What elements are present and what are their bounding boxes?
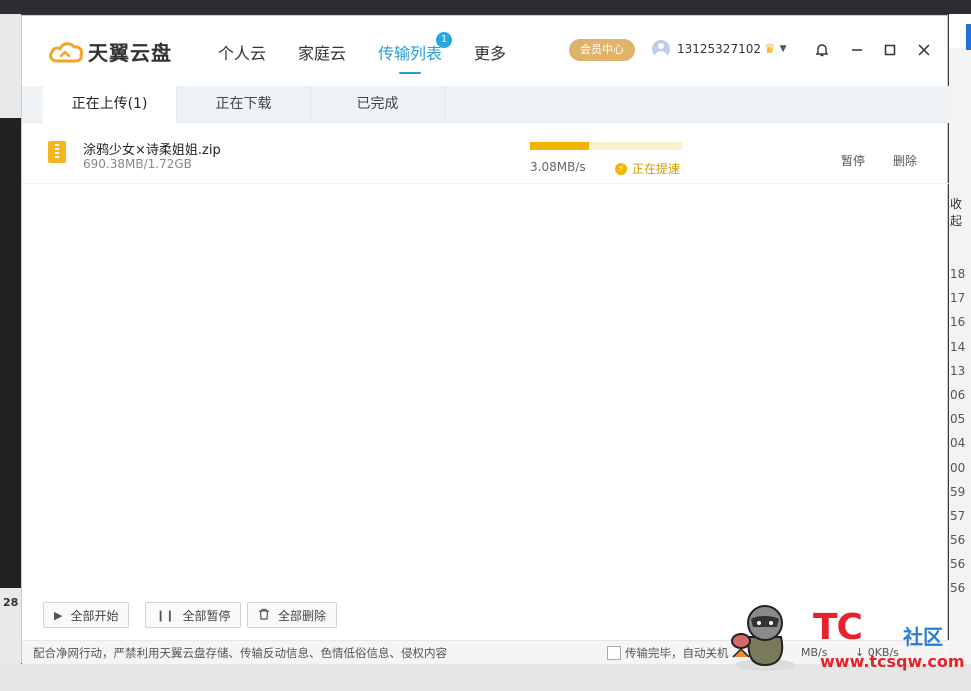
nav-item-transfer-list[interactable]: 传输列表 1: [378, 32, 453, 74]
background-time-item: 06: [950, 387, 966, 402]
tab-completed[interactable]: 已完成: [311, 86, 445, 122]
tab-uploading[interactable]: 正在上传(1): [43, 86, 177, 123]
nav-label: 家庭云: [298, 44, 347, 63]
background-time-item: 13: [950, 363, 966, 378]
app-name: 天翼云盘: [88, 41, 172, 65]
watermark-sub: 社区: [903, 625, 943, 649]
pause-icon: ❙❙: [156, 608, 175, 622]
background-right-button: [966, 24, 971, 50]
close-button[interactable]: [913, 39, 935, 61]
delete-all-button[interactable]: 全部删除: [247, 602, 338, 628]
transfer-count-badge: 1: [436, 32, 453, 48]
title-bar: 天翼云盘 个人云 家庭云 传输列表 1 更多 会员中心 13125327102 …: [22, 16, 949, 86]
file-size: 690.38MB/1.72GB: [83, 157, 192, 171]
app-logo: 天翼云盘: [48, 37, 172, 66]
maximize-button[interactable]: [879, 39, 901, 61]
start-all-label: 全部开始: [70, 608, 119, 623]
background-left-image: [0, 118, 21, 588]
upload-progress-fill: [530, 142, 590, 150]
nav-label: 传输列表: [378, 44, 443, 63]
watermark-brand: TC: [813, 607, 863, 648]
policy-notice: 配合净网行动，严禁利用天翼云盘存储、传输反动信息、色情低俗信息、侵权内容: [33, 646, 447, 660]
file-name: 涂鸦少女×诗柔姐姐.zip: [83, 143, 221, 158]
tab-downloading[interactable]: 正在下载: [177, 86, 311, 122]
site-watermark: TC 社区 www.tcsqw.com: [727, 597, 967, 677]
pause-all-label: 全部暂停: [182, 608, 231, 623]
background-time-item: 04: [950, 436, 966, 451]
chevron-down-icon: ▼: [779, 44, 787, 54]
cloud-logo-icon: [49, 41, 83, 62]
username: 13125327102: [677, 42, 761, 56]
delete-all-label: 全部删除: [278, 608, 327, 623]
app-window: 天翼云盘 个人云 家庭云 传输列表 1 更多 会员中心 13125327102 …: [21, 15, 949, 664]
nav-label: 更多: [474, 44, 507, 63]
lightning-icon: ⚡: [615, 162, 627, 175]
pause-all-button[interactable]: ❙❙ 全部暂停: [145, 602, 242, 628]
auto-shutdown-label: 传输完毕，自动关机: [625, 646, 729, 660]
background-time-item: 59: [950, 484, 966, 499]
background-time-list: 18 17 16 14 13 06 05 04 00 59 57 56 56 56: [950, 262, 971, 601]
transfer-tabs: 正在上传(1) 正在下载 已完成: [22, 86, 949, 123]
background-time-item: 56: [950, 533, 966, 548]
trash-icon: [258, 608, 270, 623]
background-time-item: 17: [950, 291, 966, 306]
background-taskbar: [0, 0, 971, 14]
user-menu[interactable]: 13125327102 ♛ ▼: [652, 40, 787, 58]
cartoon-soldier-icon: [731, 605, 795, 671]
nav-item-personal-cloud[interactable]: 个人云: [218, 40, 266, 64]
accelerating-status[interactable]: ⚡ 正在提速: [615, 160, 680, 177]
zip-file-icon: [48, 141, 66, 163]
background-time-item: 14: [950, 339, 966, 354]
play-icon: ▶: [54, 608, 63, 622]
main-nav: 个人云 家庭云 传输列表 1 更多: [218, 32, 538, 74]
background-time-item: 00: [950, 460, 966, 475]
transfer-speed: 3.08MB/s: [530, 160, 586, 174]
pause-button[interactable]: 暂停: [841, 152, 865, 169]
background-time-item: 56: [950, 557, 966, 572]
transfer-row[interactable]: 涂鸦少女×诗柔姐姐.zip 690.38MB/1.72GB 3.08MB/s ⚡…: [22, 123, 949, 184]
background-time-item: 16: [950, 315, 966, 330]
nav-item-more[interactable]: 更多: [474, 40, 506, 64]
accelerating-label: 正在提速: [632, 162, 681, 176]
bell-icon[interactable]: [811, 39, 833, 61]
minimize-button[interactable]: [846, 39, 868, 61]
start-all-button[interactable]: ▶ 全部开始: [43, 602, 130, 628]
nav-item-family-cloud[interactable]: 家庭云: [298, 40, 346, 64]
upload-progress-bar: [530, 142, 682, 150]
background-collapse-text: 收起: [950, 197, 963, 228]
watermark-url: www.tcsqw.com: [820, 652, 965, 671]
avatar: [652, 40, 670, 58]
background-time-item: 57: [950, 508, 966, 523]
delete-button[interactable]: 删除: [893, 152, 917, 169]
auto-shutdown-checkbox[interactable]: [607, 646, 621, 660]
background-time-item: 18: [950, 267, 966, 281]
background-left-number: 28: [3, 596, 19, 609]
nav-label: 个人云: [218, 44, 267, 63]
vip-center-button[interactable]: 会员中心: [569, 39, 635, 61]
background-time-item: 05: [950, 412, 966, 427]
crown-icon: ♛: [763, 41, 776, 57]
